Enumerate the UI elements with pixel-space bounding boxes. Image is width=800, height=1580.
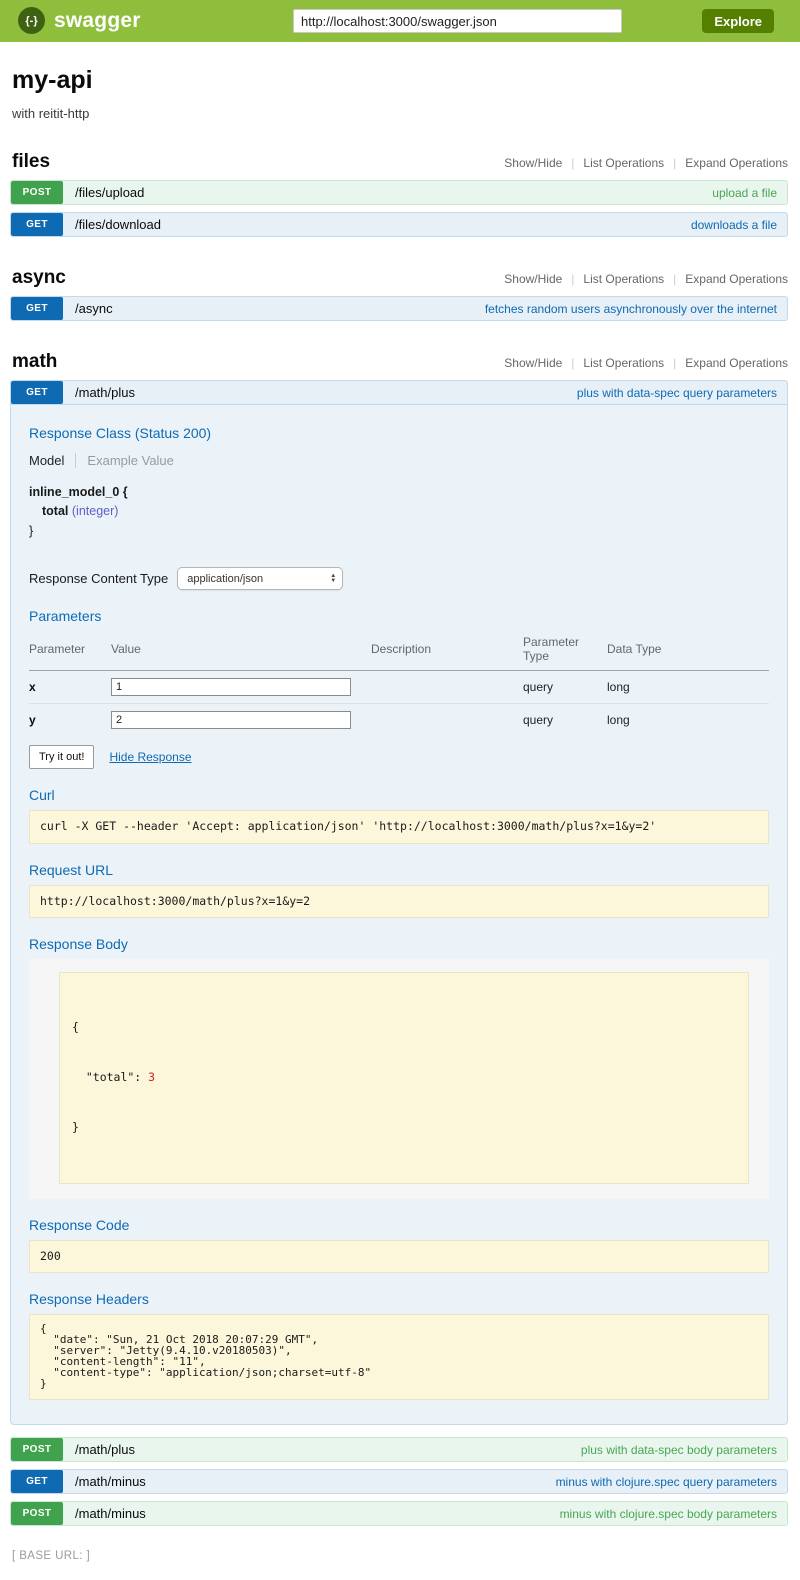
operation-summary-link[interactable]: fetches random users asynchronously over… (485, 302, 777, 316)
explore-button[interactable]: Explore (702, 9, 774, 33)
operation-row-get-async[interactable]: GET /async fetches random users asynchro… (10, 296, 788, 321)
operation-row-get-math-minus[interactable]: GET /math/minus minus with clojure.spec … (10, 1469, 788, 1494)
operation-row-post-files-upload[interactable]: POST /files/upload upload a file (10, 180, 788, 205)
show-hide-link[interactable]: Show/Hide (504, 156, 562, 170)
api-description: with reitit-http (12, 106, 788, 121)
curl-heading: Curl (29, 787, 769, 803)
select-arrows-icon: ▲ ▼ (330, 574, 336, 584)
list-operations-link[interactable]: List Operations (583, 356, 664, 370)
curl-command: curl -X GET --header 'Accept: applicatio… (29, 810, 769, 844)
more-math-operations: POST /math/plus plus with data-spec body… (10, 1437, 788, 1526)
response-code-heading: Response Code (29, 1217, 769, 1233)
expand-operations-link[interactable]: Expand Operations (685, 356, 788, 370)
operation-row-post-math-plus[interactable]: POST /math/plus plus with data-spec body… (10, 1437, 788, 1462)
operation-summary-link[interactable]: plus with data-spec query parameters (577, 386, 777, 400)
col-parameter-type: Parameter Type (523, 632, 607, 671)
request-url-heading: Request URL (29, 862, 769, 878)
operation-path-link[interactable]: /files/upload (75, 185, 144, 200)
http-method-badge: POST (11, 181, 63, 204)
operation-path-link[interactable]: /math/minus (75, 1506, 146, 1521)
col-description: Description (371, 632, 523, 671)
operation-summary-link[interactable]: downloads a file (691, 218, 777, 232)
request-url-value: http://localhost:3000/math/plus?x=1&y=2 (29, 885, 769, 919)
menu-separator: | (673, 272, 676, 286)
list-operations-link[interactable]: List Operations (583, 156, 664, 170)
response-code-value: 200 (29, 1240, 769, 1274)
parameters-table: Parameter Value Description Parameter Ty… (29, 632, 769, 736)
operation-path-link[interactable]: /math/minus (75, 1474, 146, 1489)
param-row-y: y query long (29, 704, 769, 737)
operation-summary-link[interactable]: minus with clojure.spec body parameters (560, 1507, 777, 1521)
expand-operations-link[interactable]: Expand Operations (685, 156, 788, 170)
response-body-json: { "total": 3 } (59, 972, 749, 1183)
operation-path-link[interactable]: /math/plus (75, 1442, 135, 1457)
spec-url-input[interactable] (293, 9, 622, 33)
operation-summary-link[interactable]: plus with data-spec body parameters (581, 1443, 777, 1457)
response-content-type-label: Response Content Type (29, 571, 168, 586)
response-body-total-value: 3 (148, 1070, 155, 1084)
model-tabs: Model Example Value (29, 453, 769, 468)
response-content-type-select[interactable]: application/json ▲ ▼ (177, 567, 343, 590)
response-headers-json: { "date": "Sun, 21 Oct 2018 20:07:29 GMT… (29, 1314, 769, 1400)
menu-separator: | (673, 156, 676, 170)
menu-separator: | (673, 356, 676, 370)
section-async: async Show/Hide | List Operations | Expa… (10, 267, 788, 321)
col-data-type: Data Type (607, 632, 769, 671)
parameters-heading: Parameters (29, 608, 769, 624)
param-x-input[interactable] (111, 678, 351, 696)
section-title-files[interactable]: files (12, 151, 504, 173)
swagger-logo-text: swagger (54, 9, 141, 33)
swagger-logo[interactable]: {-} swagger (18, 7, 141, 34)
operation-detail-panel: Response Class (Status 200) Model Exampl… (10, 405, 788, 1425)
list-operations-link[interactable]: List Operations (583, 272, 664, 286)
api-title: my-api (12, 66, 788, 95)
operation-path-link[interactable]: /math/plus (75, 385, 135, 400)
param-y-input[interactable] (111, 711, 351, 729)
section-title-async[interactable]: async (12, 267, 504, 289)
tab-example-value[interactable]: Example Value (76, 453, 173, 468)
http-method-badge: GET (11, 213, 63, 236)
operation-path-link[interactable]: /async (75, 301, 113, 316)
hide-response-link[interactable]: Hide Response (109, 750, 191, 764)
section-files: files Show/Hide | List Operations | Expa… (10, 151, 788, 237)
col-parameter: Parameter (29, 632, 111, 671)
col-value: Value (111, 632, 371, 671)
model-prop-type: (integer) (72, 504, 119, 518)
operation-row-get-files-download[interactable]: GET /files/download downloads a file (10, 212, 788, 237)
expand-operations-link[interactable]: Expand Operations (685, 272, 788, 286)
response-headers-heading: Response Headers (29, 1291, 769, 1307)
http-method-badge: GET (11, 1470, 63, 1493)
http-method-badge: POST (11, 1438, 63, 1461)
swagger-logo-icon: {-} (18, 7, 45, 34)
menu-separator: | (571, 156, 574, 170)
operation-summary-link[interactable]: minus with clojure.spec query parameters (556, 1475, 777, 1489)
swagger-ui-page: my-api with reitit-http files Show/Hide … (0, 66, 800, 1562)
param-row-x: x query long (29, 671, 769, 704)
section-math: math Show/Hide | List Operations | Expan… (10, 351, 788, 1425)
operation-row-get-math-plus[interactable]: GET /math/plus plus with data-spec query… (10, 380, 788, 405)
base-url-footer: [ BASE URL: ] (12, 1550, 788, 1562)
try-it-out-button[interactable]: Try it out! (29, 745, 94, 769)
tab-model[interactable]: Model (29, 453, 76, 468)
header-bar: {-} swagger Explore (0, 0, 800, 42)
response-body-wrapper: { "total": 3 } (29, 959, 769, 1198)
model-signature: inline_model_0 { total (integer) } (29, 483, 769, 541)
http-method-badge: POST (11, 1502, 63, 1525)
show-hide-link[interactable]: Show/Hide (504, 356, 562, 370)
operation-summary-link[interactable]: upload a file (712, 186, 777, 200)
menu-separator: | (571, 272, 574, 286)
http-method-badge: GET (11, 297, 63, 320)
http-method-badge: GET (11, 381, 63, 404)
menu-separator: | (571, 356, 574, 370)
operation-row-post-math-minus[interactable]: POST /math/minus minus with clojure.spec… (10, 1501, 788, 1526)
model-prop-name: total (42, 504, 68, 518)
show-hide-link[interactable]: Show/Hide (504, 272, 562, 286)
response-class-heading: Response Class (Status 200) (29, 425, 769, 441)
section-title-math[interactable]: math (12, 351, 504, 373)
operation-path-link[interactable]: /files/download (75, 217, 161, 232)
response-body-heading: Response Body (29, 936, 769, 952)
